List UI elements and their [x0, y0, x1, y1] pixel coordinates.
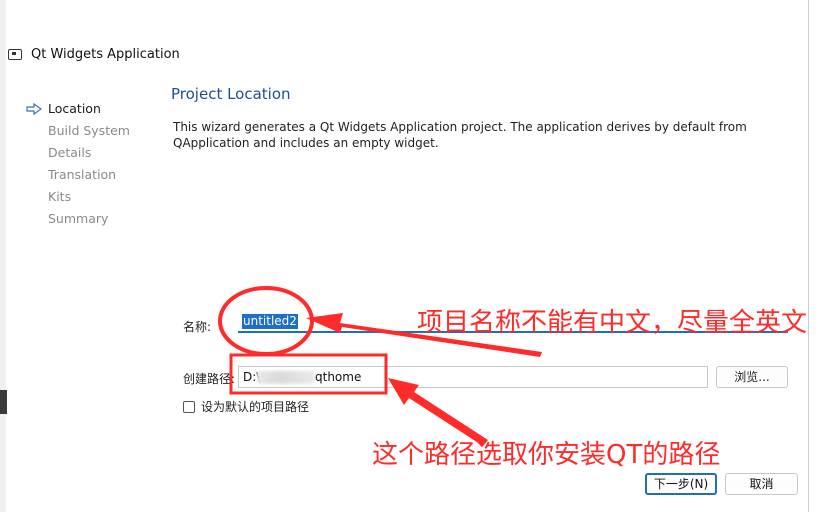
project-path-input[interactable]: D:\ qthome: [238, 366, 708, 388]
cancel-button[interactable]: 取消: [725, 473, 798, 495]
left-edge: [0, 0, 6, 512]
background-window-edge: [0, 390, 7, 414]
page-description: This wizard generates a Qt Widgets Appli…: [173, 120, 747, 150]
page-title: Project Location: [171, 85, 291, 103]
step-label: Kits: [48, 189, 72, 204]
annotation-name-note: 项目名称不能有中文，尽量全英文: [417, 308, 808, 338]
step-location: Location: [26, 98, 166, 120]
default-path-checkbox-row[interactable]: 设为默认的项目路径: [183, 398, 309, 415]
project-name-value: untitled2: [242, 314, 298, 329]
qt-app-icon: [8, 48, 22, 60]
step-label: Build System: [48, 123, 130, 138]
step-kits: Kits: [26, 186, 166, 208]
name-label: 名称:: [183, 320, 212, 334]
step-label: Summary: [48, 211, 109, 226]
annotation-path-note: 这个路径选取你安装QT的路径: [372, 440, 721, 470]
path-label: 创建路径:: [183, 372, 236, 386]
default-path-checkbox[interactable]: [183, 400, 195, 413]
step-translation: Translation: [26, 164, 166, 186]
browse-button[interactable]: 浏览...: [716, 366, 788, 388]
step-build-system: Build System: [26, 120, 166, 142]
path-suffix: qthome: [315, 370, 362, 384]
wizard-steps: Location Build System Details Translatio…: [26, 98, 166, 230]
wizard-window: Qt Widgets Application Location Build Sy…: [0, 0, 808, 512]
next-button[interactable]: 下一步(N): [645, 473, 717, 495]
arrow-right-icon: [26, 103, 42, 115]
step-label: Details: [48, 145, 92, 160]
step-summary: Summary: [26, 208, 166, 230]
default-path-label: 设为默认的项目路径: [201, 400, 310, 414]
step-details: Details: [26, 142, 166, 164]
step-label: Location: [48, 101, 101, 116]
window-title: Qt Widgets Application: [31, 46, 180, 62]
title-bar: Qt Widgets Application: [8, 44, 180, 64]
redacted-path-segment: [257, 371, 315, 384]
step-label: Translation: [48, 167, 117, 182]
